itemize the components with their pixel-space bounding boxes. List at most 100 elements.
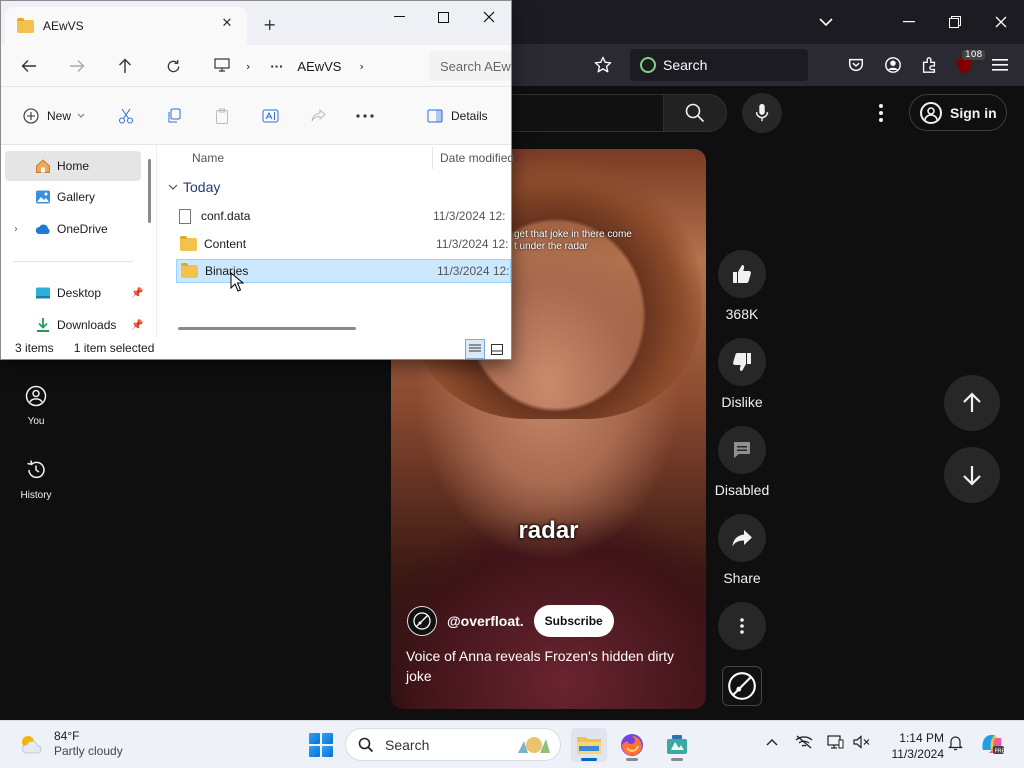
column-divider[interactable] bbox=[432, 147, 433, 169]
explorer-tab[interactable]: AEwVS bbox=[5, 7, 247, 45]
share-icon[interactable] bbox=[310, 105, 326, 127]
sidebar-item-gallery[interactable]: Gallery bbox=[5, 182, 141, 212]
details-view-icon[interactable] bbox=[465, 339, 485, 359]
taskbar-search-box[interactable]: Search bbox=[345, 728, 561, 761]
taskbar-clock[interactable]: 1:14 PM 11/3/2024 bbox=[880, 730, 945, 762]
volume-muted-icon[interactable] bbox=[853, 735, 871, 753]
more-actions-button[interactable] bbox=[714, 602, 770, 658]
explorer-minimize-button[interactable] bbox=[379, 5, 419, 29]
subscribe-button[interactable]: Subscribe bbox=[533, 605, 614, 637]
refresh-icon[interactable] bbox=[161, 54, 185, 78]
file-row[interactable]: conf.data 11/3/2024 12: bbox=[176, 204, 511, 228]
channel-name[interactable]: @overfloat. bbox=[447, 613, 524, 629]
pocket-icon[interactable] bbox=[844, 53, 868, 77]
file-list-pane: Name Date modified Today conf.data 11/3/… bbox=[158, 145, 514, 337]
file-row-selected[interactable]: Binaries 11/3/2024 12: bbox=[176, 259, 511, 283]
user-avatar-icon bbox=[920, 101, 942, 124]
forward-arrow-icon[interactable] bbox=[65, 54, 89, 78]
file-explorer-window: AEwVS ✕ + › ··· AEwVS › Search AEw New D… bbox=[0, 0, 514, 360]
column-header-date[interactable]: Date modified bbox=[440, 151, 514, 165]
start-windows-icon[interactable] bbox=[309, 733, 333, 757]
pin-icon[interactable]: 📌 bbox=[131, 320, 143, 331]
youtube-search-button[interactable] bbox=[663, 94, 727, 132]
channel-avatar[interactable] bbox=[407, 606, 437, 636]
explorer-maximize-button[interactable] bbox=[423, 5, 463, 29]
more-options-icon[interactable] bbox=[356, 105, 374, 127]
file-row[interactable]: Content 11/3/2024 12: bbox=[176, 232, 511, 256]
sidebar-item-you[interactable]: You bbox=[0, 384, 72, 427]
browser-search-field[interactable]: Search bbox=[630, 49, 808, 81]
sound-source-avatar[interactable] bbox=[722, 666, 762, 706]
up-arrow-icon[interactable] bbox=[113, 54, 137, 78]
notification-bell-icon[interactable] bbox=[948, 735, 963, 755]
tiles-view-icon[interactable] bbox=[487, 339, 507, 359]
sidebar-item-onedrive[interactable]: › OneDrive bbox=[5, 214, 141, 244]
hamburger-menu-icon[interactable] bbox=[988, 53, 1012, 77]
taskbar-app[interactable] bbox=[659, 728, 695, 762]
sidebar-item-label: Home bbox=[57, 159, 90, 173]
sidebar-item-history[interactable]: History bbox=[0, 458, 72, 501]
previous-short-button[interactable] bbox=[944, 375, 1000, 431]
taskbar-firefox[interactable] bbox=[614, 728, 650, 762]
sidebar-item-desktop[interactable]: Desktop 📌 bbox=[5, 278, 143, 308]
details-pane-button[interactable]: Details bbox=[427, 105, 488, 127]
back-arrow-icon[interactable] bbox=[17, 54, 41, 78]
display-icon[interactable] bbox=[827, 735, 844, 754]
column-header-name[interactable]: Name bbox=[192, 151, 224, 165]
ellipsis-icon[interactable]: ··· bbox=[270, 59, 283, 74]
folder-icon bbox=[181, 262, 198, 278]
new-tab-icon[interactable]: + bbox=[263, 15, 276, 34]
explorer-close-button[interactable] bbox=[469, 5, 509, 29]
close-tab-icon[interactable]: ✕ bbox=[219, 15, 235, 31]
sidebar-item-home[interactable]: Home bbox=[5, 151, 141, 181]
sidebar-item-downloads[interactable]: Downloads 📌 bbox=[5, 310, 143, 340]
chevron-up-icon[interactable] bbox=[766, 735, 778, 750]
file-date: 11/3/2024 12: bbox=[436, 237, 509, 251]
account-icon[interactable] bbox=[881, 53, 905, 77]
clock-date: 11/3/2024 bbox=[891, 747, 945, 761]
expand-chevron-icon[interactable]: › bbox=[14, 224, 18, 235]
address-current-folder[interactable]: AEwVS bbox=[297, 59, 341, 74]
list-all-tabs-button[interactable] bbox=[811, 8, 841, 36]
share-button[interactable]: Share bbox=[714, 514, 770, 586]
short-title[interactable]: Voice of Anna reveals Frozen's hidden di… bbox=[406, 646, 696, 686]
pin-icon[interactable]: 📌 bbox=[131, 288, 143, 299]
more-options-icon[interactable] bbox=[868, 100, 894, 126]
paste-icon[interactable] bbox=[214, 105, 230, 127]
ublock-shield-icon[interactable]: 108 bbox=[952, 50, 986, 77]
rename-icon[interactable] bbox=[262, 105, 279, 127]
sign-in-button[interactable]: Sign in bbox=[909, 94, 1007, 131]
user-circle-icon bbox=[24, 384, 48, 408]
network-offline-icon[interactable] bbox=[795, 735, 813, 753]
horizontal-scrollbar[interactable] bbox=[178, 327, 356, 330]
minimize-button[interactable] bbox=[894, 8, 924, 36]
star-bookmark-icon[interactable] bbox=[591, 53, 615, 77]
dislike-button[interactable]: Dislike bbox=[714, 338, 770, 410]
cut-icon[interactable] bbox=[118, 105, 134, 127]
more-vertical-icon bbox=[718, 602, 766, 650]
voice-search-button[interactable] bbox=[742, 93, 782, 133]
weather-widget[interactable]: 84°F Partly cloudy bbox=[18, 729, 123, 759]
extensions-puzzle-icon[interactable] bbox=[917, 53, 941, 77]
explorer-search-input[interactable]: Search AEwVSD7WQ bbox=[429, 51, 511, 81]
home-icon bbox=[36, 159, 50, 173]
restore-button[interactable] bbox=[940, 8, 970, 36]
address-bar[interactable]: › ··· AEwVS › bbox=[204, 51, 426, 81]
video-caption-big: radar bbox=[518, 517, 579, 544]
running-indicator bbox=[581, 758, 597, 761]
taskbar-file-explorer[interactable] bbox=[571, 728, 607, 762]
like-button[interactable]: 368K bbox=[714, 250, 770, 322]
next-short-button[interactable] bbox=[944, 447, 1000, 503]
copy-icon[interactable] bbox=[166, 105, 182, 127]
comments-button[interactable]: Disabled bbox=[714, 426, 770, 498]
item-count: 3 items bbox=[15, 341, 54, 355]
new-button[interactable]: New bbox=[23, 105, 85, 127]
group-header-today[interactable]: Today bbox=[168, 179, 220, 195]
plus-circle-icon bbox=[23, 108, 39, 124]
close-window-button[interactable] bbox=[986, 8, 1016, 36]
sidebar-item-label: History bbox=[20, 490, 52, 501]
extension-badge-count: 108 bbox=[962, 50, 986, 60]
copilot-icon[interactable]: PRE bbox=[979, 732, 1006, 760]
sidebar-scrollbar[interactable] bbox=[148, 159, 151, 223]
new-label: New bbox=[47, 109, 72, 123]
